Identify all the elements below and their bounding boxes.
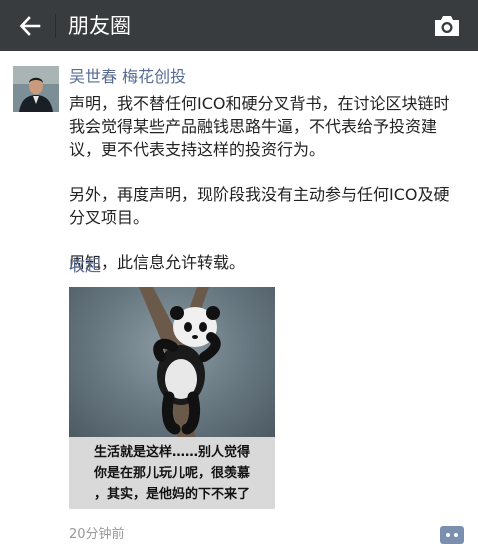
collapse-link[interactable]: 收起 xyxy=(69,255,101,277)
post-paragraph: 另外，再度声明，现阶段我没有主动参与任何ICO及硬分叉项目。 xyxy=(69,185,450,227)
back-button[interactable] xyxy=(12,8,48,44)
author-name[interactable]: 吴世春 梅花创投 xyxy=(69,66,186,88)
image-caption: 生活就是这样……别人觉得 你是在那儿玩儿呢，很羡慕 ，其实，是他妈的下不来了 xyxy=(69,437,275,509)
comment-button[interactable] xyxy=(439,525,465,545)
post-time: 20分钟前 xyxy=(69,527,125,542)
caption-line: 你是在那儿玩儿呢，很羡慕 xyxy=(93,466,250,481)
post-text: 声明，我不替任何ICO和硬分叉背书，在讨论区块链时我会觉得某些产品融钱思路牛逼，… xyxy=(69,92,464,274)
panda-illustration xyxy=(139,287,221,437)
post-paragraph: 声明，我不替任何ICO和硬分叉背书，在讨论区块链时我会觉得某些产品融钱思路牛逼，… xyxy=(69,94,450,159)
top-bar: 朋友圈 xyxy=(0,0,478,51)
header-divider xyxy=(55,14,56,38)
camera-button[interactable] xyxy=(430,11,464,41)
caption-line: 生活就是这样……别人觉得 xyxy=(93,445,250,460)
comment-dots-icon xyxy=(440,526,464,544)
post-image[interactable]: 生活就是这样……别人觉得 你是在那儿玩儿呢，很羡慕 ，其实，是他妈的下不来了 xyxy=(69,287,275,509)
page-title: 朋友圈 xyxy=(68,14,131,38)
avatar-portrait xyxy=(13,66,59,112)
arrow-left-icon xyxy=(19,16,41,36)
author-avatar[interactable] xyxy=(13,66,59,112)
camera-icon xyxy=(435,16,459,36)
post-paragraph: 周知，此信息允许转载。 xyxy=(69,253,246,272)
caption-line: ，其实，是他妈的下不来了 xyxy=(93,487,250,502)
